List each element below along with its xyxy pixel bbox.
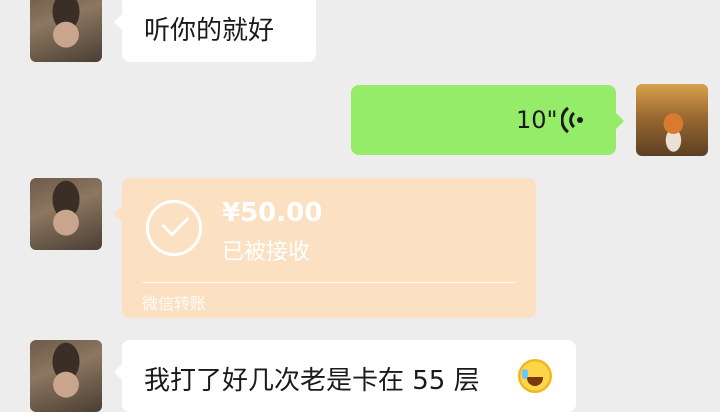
contact-avatar[interactable]: [30, 0, 102, 62]
message-text: 我打了好几次老是卡在 55 层: [144, 366, 480, 396]
check-circle-icon: [146, 200, 202, 256]
crying-laughing-emoji-icon: [518, 359, 552, 393]
message-bubble[interactable]: 听你的就好: [114, 0, 316, 62]
transfer-status: 已被接收: [222, 240, 311, 265]
transfer-card[interactable]: ¥50.00 已被接收 微信转账: [114, 178, 536, 318]
voice-wave-icon: [561, 106, 583, 134]
my-avatar[interactable]: [636, 84, 708, 156]
contact-avatar[interactable]: [30, 340, 102, 412]
transfer-footer: 微信转账: [142, 294, 207, 313]
transfer-divider: [142, 282, 516, 283]
voice-message-bubble[interactable]: 10": [351, 85, 624, 155]
message-bubble[interactable]: 我打了好几次老是卡在 55 层: [114, 340, 576, 412]
voice-duration: 10": [516, 106, 558, 134]
transfer-amount: ¥50.00: [222, 198, 323, 228]
message-text: 听你的就好: [144, 16, 275, 46]
contact-avatar[interactable]: [30, 178, 102, 250]
